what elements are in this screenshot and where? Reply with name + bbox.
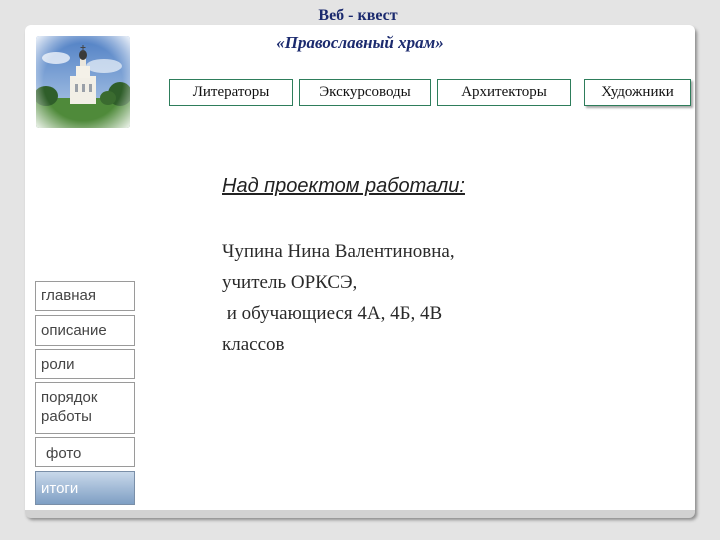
church-photo-image bbox=[36, 36, 130, 128]
role-button-architects[interactable]: Архитекторы bbox=[437, 79, 571, 106]
role-button-guides[interactable]: Экскурсоводы bbox=[299, 79, 431, 106]
nav-photo[interactable]: фото bbox=[35, 437, 135, 467]
nav-home[interactable]: главная bbox=[35, 281, 135, 311]
content-line: и обучающиеся 4А, 4Б, 4В bbox=[222, 303, 443, 324]
church-photo bbox=[36, 36, 130, 128]
page-title: Веб - квест bbox=[318, 7, 398, 24]
role-button-artists[interactable]: Художники bbox=[584, 79, 691, 106]
page-subtitle: «Православный храм» bbox=[276, 33, 444, 52]
nav-roles[interactable]: роли bbox=[35, 349, 135, 379]
role-button-literators[interactable]: Литераторы bbox=[169, 79, 293, 106]
content-line: классов bbox=[222, 334, 285, 355]
content-heading: Над проектом работали: bbox=[222, 175, 465, 197]
card-bottom-bar bbox=[25, 510, 695, 518]
content-line: Чупина Нина Валентиновна, bbox=[222, 241, 455, 262]
nav-results[interactable]: итоги bbox=[35, 471, 135, 505]
content-line: учитель ОРКСЭ, bbox=[222, 272, 358, 293]
nav-work-order[interactable]: порядок работы bbox=[35, 382, 135, 434]
content-body: Чупина Нина Валентиновна, учитель ОРКСЭ,… bbox=[222, 236, 642, 360]
nav-description[interactable]: описание bbox=[35, 315, 135, 346]
